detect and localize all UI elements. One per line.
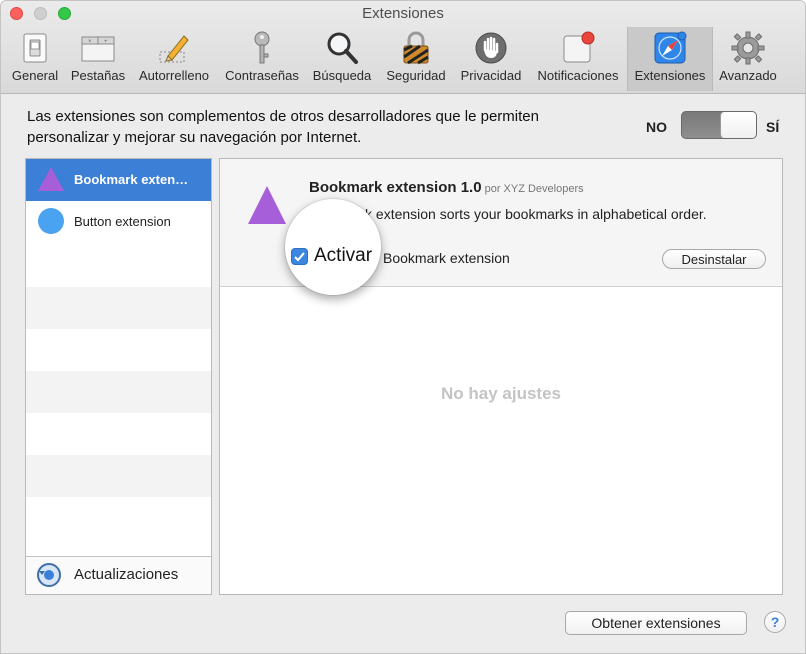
tab-pestanas-label: Pestañas	[70, 68, 126, 83]
tab-extensiones-label: Extensiones	[634, 68, 706, 83]
updates-button[interactable]: Actualizaciones	[26, 556, 211, 594]
updates-label: Actualizaciones	[74, 566, 179, 583]
window-title: Extensiones	[362, 5, 444, 22]
tabs-icon: × +	[81, 36, 115, 62]
tab-autorrelleno[interactable]: Autorrelleno	[132, 27, 216, 91]
extension-name: Bookmark extension 1.0	[309, 179, 482, 196]
extensions-compass-icon	[654, 31, 687, 64]
list-item-button-extension[interactable]: Button extension	[26, 201, 211, 243]
list-empty-row	[26, 455, 211, 497]
svg-text:×: ×	[88, 39, 92, 45]
pencil-icon	[159, 35, 189, 63]
tab-general-label: General	[11, 68, 59, 83]
tab-extensiones[interactable]: Extensiones	[627, 27, 713, 91]
magnifier-callout: Activar	[285, 199, 381, 295]
list-item-bookmark-extension[interactable]: Bookmark exten…	[26, 159, 211, 201]
tab-privacidad[interactable]: Privacidad	[455, 27, 527, 91]
tab-privacidad-label: Privacidad	[460, 68, 522, 83]
padlock-icon	[403, 31, 429, 65]
switch-icon	[23, 33, 47, 63]
key-icon	[254, 31, 270, 64]
extension-author: por XYZ Developers	[484, 183, 584, 195]
tab-contrasenas[interactable]: Contraseñas	[219, 27, 305, 91]
hand-icon	[475, 32, 507, 64]
toggle-knob[interactable]	[720, 112, 756, 138]
toggle-on-label: SÍ	[766, 119, 780, 135]
extensions-description: Las extensiones son complementos de otro…	[27, 108, 539, 146]
tab-pestanas[interactable]: × + Pestañas	[65, 27, 131, 91]
tab-contrasenas-label: Contraseñas	[225, 68, 299, 83]
purple-triangle-icon	[248, 186, 286, 224]
extensions-list: Bookmark exten… Button extension Actuali…	[25, 158, 212, 595]
extensions-enable-toggle[interactable]	[681, 111, 757, 139]
checkmark-icon	[294, 252, 305, 262]
uninstall-button[interactable]: Desinstalar	[662, 249, 766, 269]
activate-checkbox[interactable]	[291, 248, 308, 265]
list-item-label: Button extension	[74, 214, 171, 229]
help-button[interactable]: ?	[764, 611, 786, 633]
tab-notificaciones-label: Notificaciones	[537, 68, 619, 83]
no-settings-message: No hay ajustes	[441, 384, 561, 403]
tab-busqueda[interactable]: Búsqueda	[307, 27, 377, 91]
blue-circle-icon	[38, 208, 64, 234]
purple-triangle-icon	[38, 167, 64, 191]
activate-extension-name: Bookmark extension	[383, 250, 510, 266]
magnifier-icon	[327, 32, 358, 64]
extension-title: Bookmark extension 1.0 por XYZ Developers	[309, 179, 584, 196]
tab-seguridad-label: Seguridad	[386, 68, 446, 83]
toolbar: Extensiones General × + Pestañas Autorre…	[1, 1, 805, 94]
tab-notificaciones[interactable]: Notificaciones	[529, 27, 627, 91]
list-empty-row	[26, 371, 211, 413]
notification-icon	[563, 31, 595, 63]
toggle-off-label: NO	[646, 119, 667, 135]
tab-seguridad[interactable]: Seguridad	[379, 27, 453, 91]
tab-autorrelleno-label: Autorrelleno	[138, 68, 210, 83]
list-item-label: Bookmark exten…	[74, 172, 189, 187]
preferences-window: Extensiones General × + Pestañas Autorre…	[0, 0, 806, 654]
get-extensions-button[interactable]: Obtener extensiones	[565, 611, 747, 635]
refresh-icon	[37, 563, 61, 587]
list-empty-row	[26, 287, 211, 329]
gear-icon	[731, 31, 765, 65]
tab-avanzado[interactable]: Avanzado	[713, 27, 783, 91]
activate-label[interactable]: Activar	[314, 245, 372, 267]
tab-busqueda-label: Búsqueda	[312, 68, 372, 83]
tab-avanzado-label: Avanzado	[719, 68, 777, 83]
svg-text:+: +	[104, 39, 108, 45]
tab-general[interactable]: General	[5, 27, 65, 91]
